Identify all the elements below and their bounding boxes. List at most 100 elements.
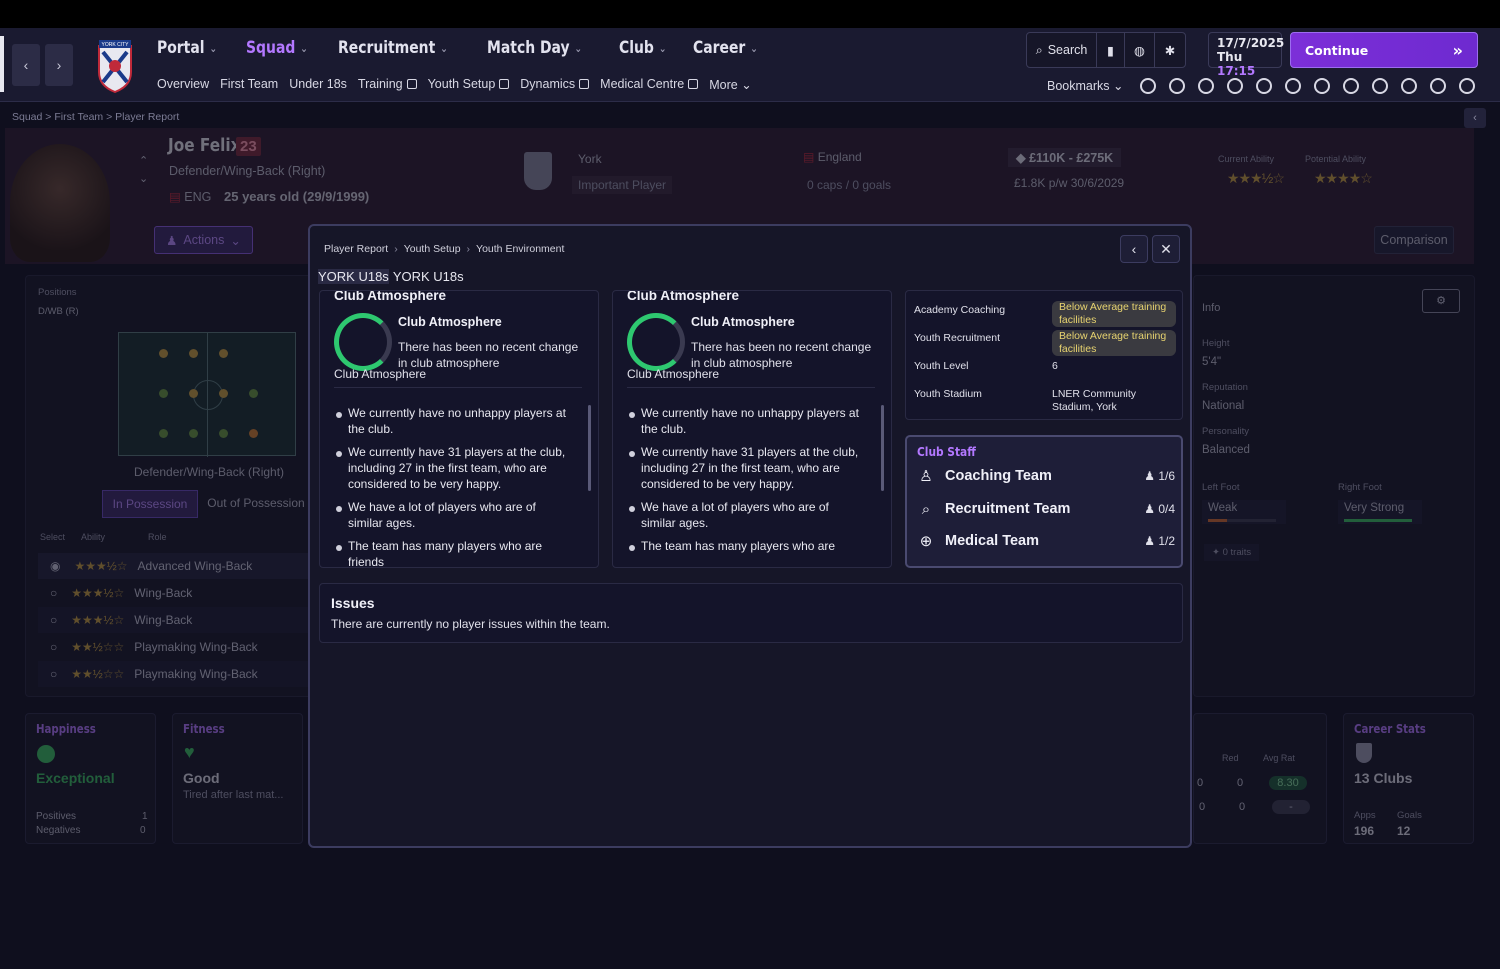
- staff-label: Medical Team: [945, 533, 1040, 549]
- country[interactable]: ▤ England: [803, 150, 862, 164]
- bookmark-icon[interactable]: ▮: [1097, 33, 1125, 67]
- nav-squad[interactable]: Squad ⌄: [246, 38, 308, 58]
- club-crest-icon[interactable]: YORK CITY: [95, 38, 135, 94]
- subnav-more[interactable]: More ⌄: [709, 77, 751, 92]
- ball-icon[interactable]: [1198, 78, 1214, 94]
- staff-icon-button[interactable]: ⚙: [1422, 289, 1460, 313]
- out-of-possession-tab[interactable]: Out of Possession: [202, 490, 310, 518]
- refresh-icon[interactable]: [1401, 78, 1417, 94]
- breadcrumb-first-team[interactable]: First Team: [54, 111, 103, 123]
- nav-career[interactable]: Career ⌄: [693, 38, 758, 58]
- radio-selected-icon: ◉: [50, 559, 61, 573]
- role-row[interactable]: ○ ★★★½☆ Wing-Back: [38, 580, 316, 606]
- atmosphere-bullet: We have a lot of players who are of simi…: [627, 499, 859, 531]
- role-row[interactable]: ○ ★★★½☆ Wing-Back: [38, 607, 316, 633]
- role-name: Playmaking Wing-Back: [134, 640, 258, 654]
- scrollbar[interactable]: [588, 405, 591, 491]
- reputation-value: National: [1202, 400, 1245, 412]
- modal-crumb-player-report[interactable]: Player Report: [324, 243, 388, 255]
- career-stats-title: Career Stats: [1354, 722, 1426, 736]
- role-label: Defender/Wing-Back (Right): [134, 465, 285, 479]
- height-value: 5'4": [1202, 356, 1222, 368]
- finances-icon[interactable]: [1343, 78, 1359, 94]
- current-ability-label: Current Ability: [1218, 154, 1275, 164]
- modal-close-button[interactable]: ✕: [1152, 235, 1180, 263]
- search-button[interactable]: ⌕ Search: [1027, 33, 1097, 67]
- actions-button[interactable]: ♟ Actions ⌄: [154, 226, 253, 254]
- chevron-down-icon: ⌄: [209, 41, 218, 55]
- actions-label: Actions: [183, 233, 225, 247]
- staff-icon[interactable]: [1314, 78, 1330, 94]
- staff-count-value: 0/4: [1158, 502, 1175, 516]
- bookmarks-label: Bookmarks: [1047, 79, 1110, 93]
- window-top-strip: [0, 0, 1500, 28]
- shirt-icon[interactable]: [1140, 78, 1156, 94]
- subnav-overview[interactable]: Overview: [157, 77, 209, 92]
- nav-recruitment[interactable]: Recruitment ⌄: [338, 38, 448, 58]
- external-link-icon: [688, 79, 699, 89]
- tab-york-u18s-alt[interactable]: YORK U18s: [393, 269, 464, 284]
- nav-portal[interactable]: Portal ⌄: [157, 38, 217, 58]
- role-row[interactable]: ◉ ★★★½☆ Advanced Wing-Back: [38, 553, 316, 579]
- modal-back-button[interactable]: ‹: [1120, 235, 1148, 263]
- club-staff-box: Club Staff ♙ Coaching Team ♟ 1/6 ⌕ Recru…: [905, 435, 1183, 568]
- back-button[interactable]: ‹: [12, 44, 40, 86]
- subnav-first-team[interactable]: First Team: [220, 77, 278, 92]
- date-time-box[interactable]: 17/7/2025 Thu 17:15: [1208, 32, 1284, 78]
- subnav-medical-centre[interactable]: Medical Centre: [600, 77, 699, 92]
- negatives-label: Negatives: [36, 825, 81, 836]
- helmet-icon[interactable]: ◍: [1125, 33, 1155, 67]
- subnav-under-18s[interactable]: Under 18s: [289, 77, 347, 92]
- continue-button[interactable]: Continue »: [1290, 32, 1478, 68]
- chevron-down-icon: ⌄: [300, 41, 308, 55]
- subnav-dynamics[interactable]: Dynamics: [520, 77, 590, 92]
- coaching-team-row[interactable]: ♙ Coaching Team ♟ 1/6: [917, 465, 1175, 487]
- tab-york-u18s[interactable]: YORK U18s: [318, 269, 389, 284]
- in-possession-tab[interactable]: In Possession: [102, 490, 198, 518]
- modal-crumb-youth-setup[interactable]: Youth Setup: [404, 243, 461, 255]
- board-icon[interactable]: [1372, 78, 1388, 94]
- fitness-title: Fitness: [183, 722, 225, 736]
- positions-panel: Positions D/WB (R) Defender/Wing-Back (R…: [25, 275, 316, 697]
- career-stats-card[interactable]: Career Stats 13 Clubs Apps 196 Goals 12: [1343, 713, 1474, 844]
- youth-stadium-value[interactable]: LNER Community Stadium, York: [1052, 388, 1176, 414]
- breadcrumb-player-report[interactable]: Player Report: [115, 111, 179, 123]
- bookmarks-dropdown[interactable]: Bookmarks ⌄: [1047, 78, 1124, 93]
- main-nav: Portal ⌄ Squad ⌄ Recruitment ⌄ Match Day ⌄ C…: [157, 38, 772, 58]
- history-icon[interactable]: [1430, 78, 1446, 94]
- nav-match-day[interactable]: Match Day ⌄: [487, 38, 582, 58]
- collapse-button[interactable]: ‹: [1464, 108, 1486, 128]
- scout-icon[interactable]: [1285, 78, 1301, 94]
- chevron-down-icon: ⌄: [574, 41, 583, 55]
- pitch-diagram[interactable]: [118, 332, 296, 457]
- subnav-training[interactable]: Training: [358, 77, 417, 92]
- height-label: Height: [1202, 338, 1230, 349]
- people-icon[interactable]: [1459, 78, 1475, 94]
- stat-value: 0: [1199, 801, 1206, 813]
- youth-environment-modal: Player Report › Youth Setup › Youth Enviro…: [308, 224, 1192, 848]
- season-stats-card[interactable]: Red Avg Rat 0 0 8.30 0 0 -: [1193, 713, 1327, 844]
- player-up-icon[interactable]: ⌃: [139, 154, 148, 167]
- breadcrumb-squad[interactable]: Squad: [12, 111, 42, 123]
- nav-club[interactable]: Club ⌄: [619, 38, 666, 58]
- happiness-card[interactable]: Happiness Exceptional Positives 1 Negati…: [25, 713, 156, 844]
- subnav-youth-setup[interactable]: Youth Setup: [428, 77, 510, 92]
- atmosphere-ring-icon: [334, 313, 392, 371]
- forward-button[interactable]: ›: [45, 44, 73, 86]
- comparison-button[interactable]: Comparison: [1374, 226, 1454, 254]
- player-down-icon[interactable]: ⌄: [139, 172, 148, 185]
- role-row[interactable]: ○ ★★½☆☆ Playmaking Wing-Back: [38, 634, 316, 660]
- nav-label: Portal: [157, 38, 205, 58]
- calendar-icon[interactable]: [1227, 78, 1243, 94]
- role-row[interactable]: ○ ★★½☆☆ Playmaking Wing-Back: [38, 661, 316, 687]
- recruitment-team-row[interactable]: ⌕ Recruitment Team ♟ 0/4: [917, 498, 1175, 520]
- gear-icon[interactable]: ✱: [1155, 33, 1185, 67]
- tactics-board-icon[interactable]: [1169, 78, 1185, 94]
- fitness-card[interactable]: Fitness ♥ Good Tired after last mat...: [172, 713, 303, 844]
- medical-team-row[interactable]: ⊕ Medical Team ♟ 1/2: [917, 530, 1175, 552]
- club-name[interactable]: York: [578, 152, 602, 166]
- traits-chip[interactable]: ✦ 0 traits: [1204, 544, 1260, 561]
- subnav-label: Medical Centre: [600, 77, 685, 91]
- scrollbar[interactable]: [881, 405, 884, 491]
- trophy-icon[interactable]: [1256, 78, 1272, 94]
